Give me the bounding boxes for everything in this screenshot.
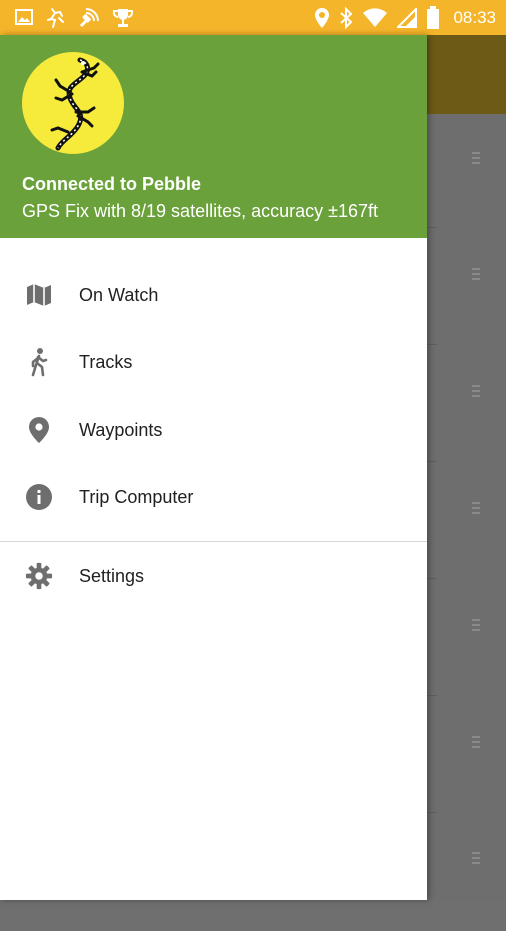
app-activity-icon: [46, 7, 66, 29]
gear-icon: [25, 562, 53, 590]
wifi-icon: [362, 8, 388, 28]
map-icon: [25, 281, 53, 309]
menu-item-label: Trip Computer: [79, 486, 194, 507]
menu-item-on-watch[interactable]: On Watch: [0, 264, 427, 326]
background-row-divider: [427, 344, 437, 345]
background-row-handle: [427, 114, 506, 231]
system-icons: 08:33: [314, 6, 496, 30]
background-row-handle: [427, 581, 506, 698]
menu-item-settings[interactable]: Settings: [0, 545, 427, 607]
background-row-handle: [427, 814, 506, 931]
image-icon: [14, 7, 34, 29]
bluetooth-icon: [339, 7, 353, 29]
location-pin-icon: [25, 416, 53, 444]
cellular-icon: [397, 8, 418, 28]
menu-item-tracks[interactable]: Tracks: [0, 331, 427, 393]
background-row-handle: [427, 464, 506, 581]
hiker-icon: [25, 348, 53, 377]
clock: 08:33: [453, 8, 496, 27]
menu-item-label: On Watch: [79, 284, 159, 305]
trophy-icon: [112, 7, 134, 29]
location-icon: [314, 7, 330, 29]
signal-tracking-icon: [78, 7, 100, 29]
navigation-drawer: Connected to Pebble GPS Fix with 8/19 sa…: [0, 35, 427, 900]
gps-status: GPS Fix with 8/19 satellites, accuracy ±…: [22, 201, 379, 221]
menu-item-label: Tracks: [79, 351, 133, 372]
menu-item-trip-computer[interactable]: Trip Computer: [0, 466, 427, 528]
drawer-header: Connected to Pebble GPS Fix with 8/19 sa…: [0, 35, 427, 238]
background-row-handle: [427, 230, 506, 347]
battery-icon: [426, 6, 440, 30]
lizard-logo-icon: [22, 52, 124, 154]
background-row-handle: [427, 698, 506, 815]
info-icon: [25, 483, 53, 511]
menu-divider: [0, 541, 427, 542]
background-row-divider: [427, 461, 437, 462]
notification-icons: [14, 7, 134, 29]
background-row-divider: [427, 227, 437, 228]
menu-item-label: Waypoints: [79, 419, 163, 440]
background-row-divider: [427, 812, 437, 813]
background-row-divider: [427, 695, 437, 696]
background-row-handle: [427, 347, 506, 464]
menu-item-waypoints[interactable]: Waypoints: [0, 399, 427, 461]
connection-status: Connected to Pebble: [22, 174, 202, 194]
menu-item-label: Settings: [79, 565, 145, 586]
status-bar: 08:33: [0, 0, 506, 35]
background-row-divider: [427, 578, 437, 579]
